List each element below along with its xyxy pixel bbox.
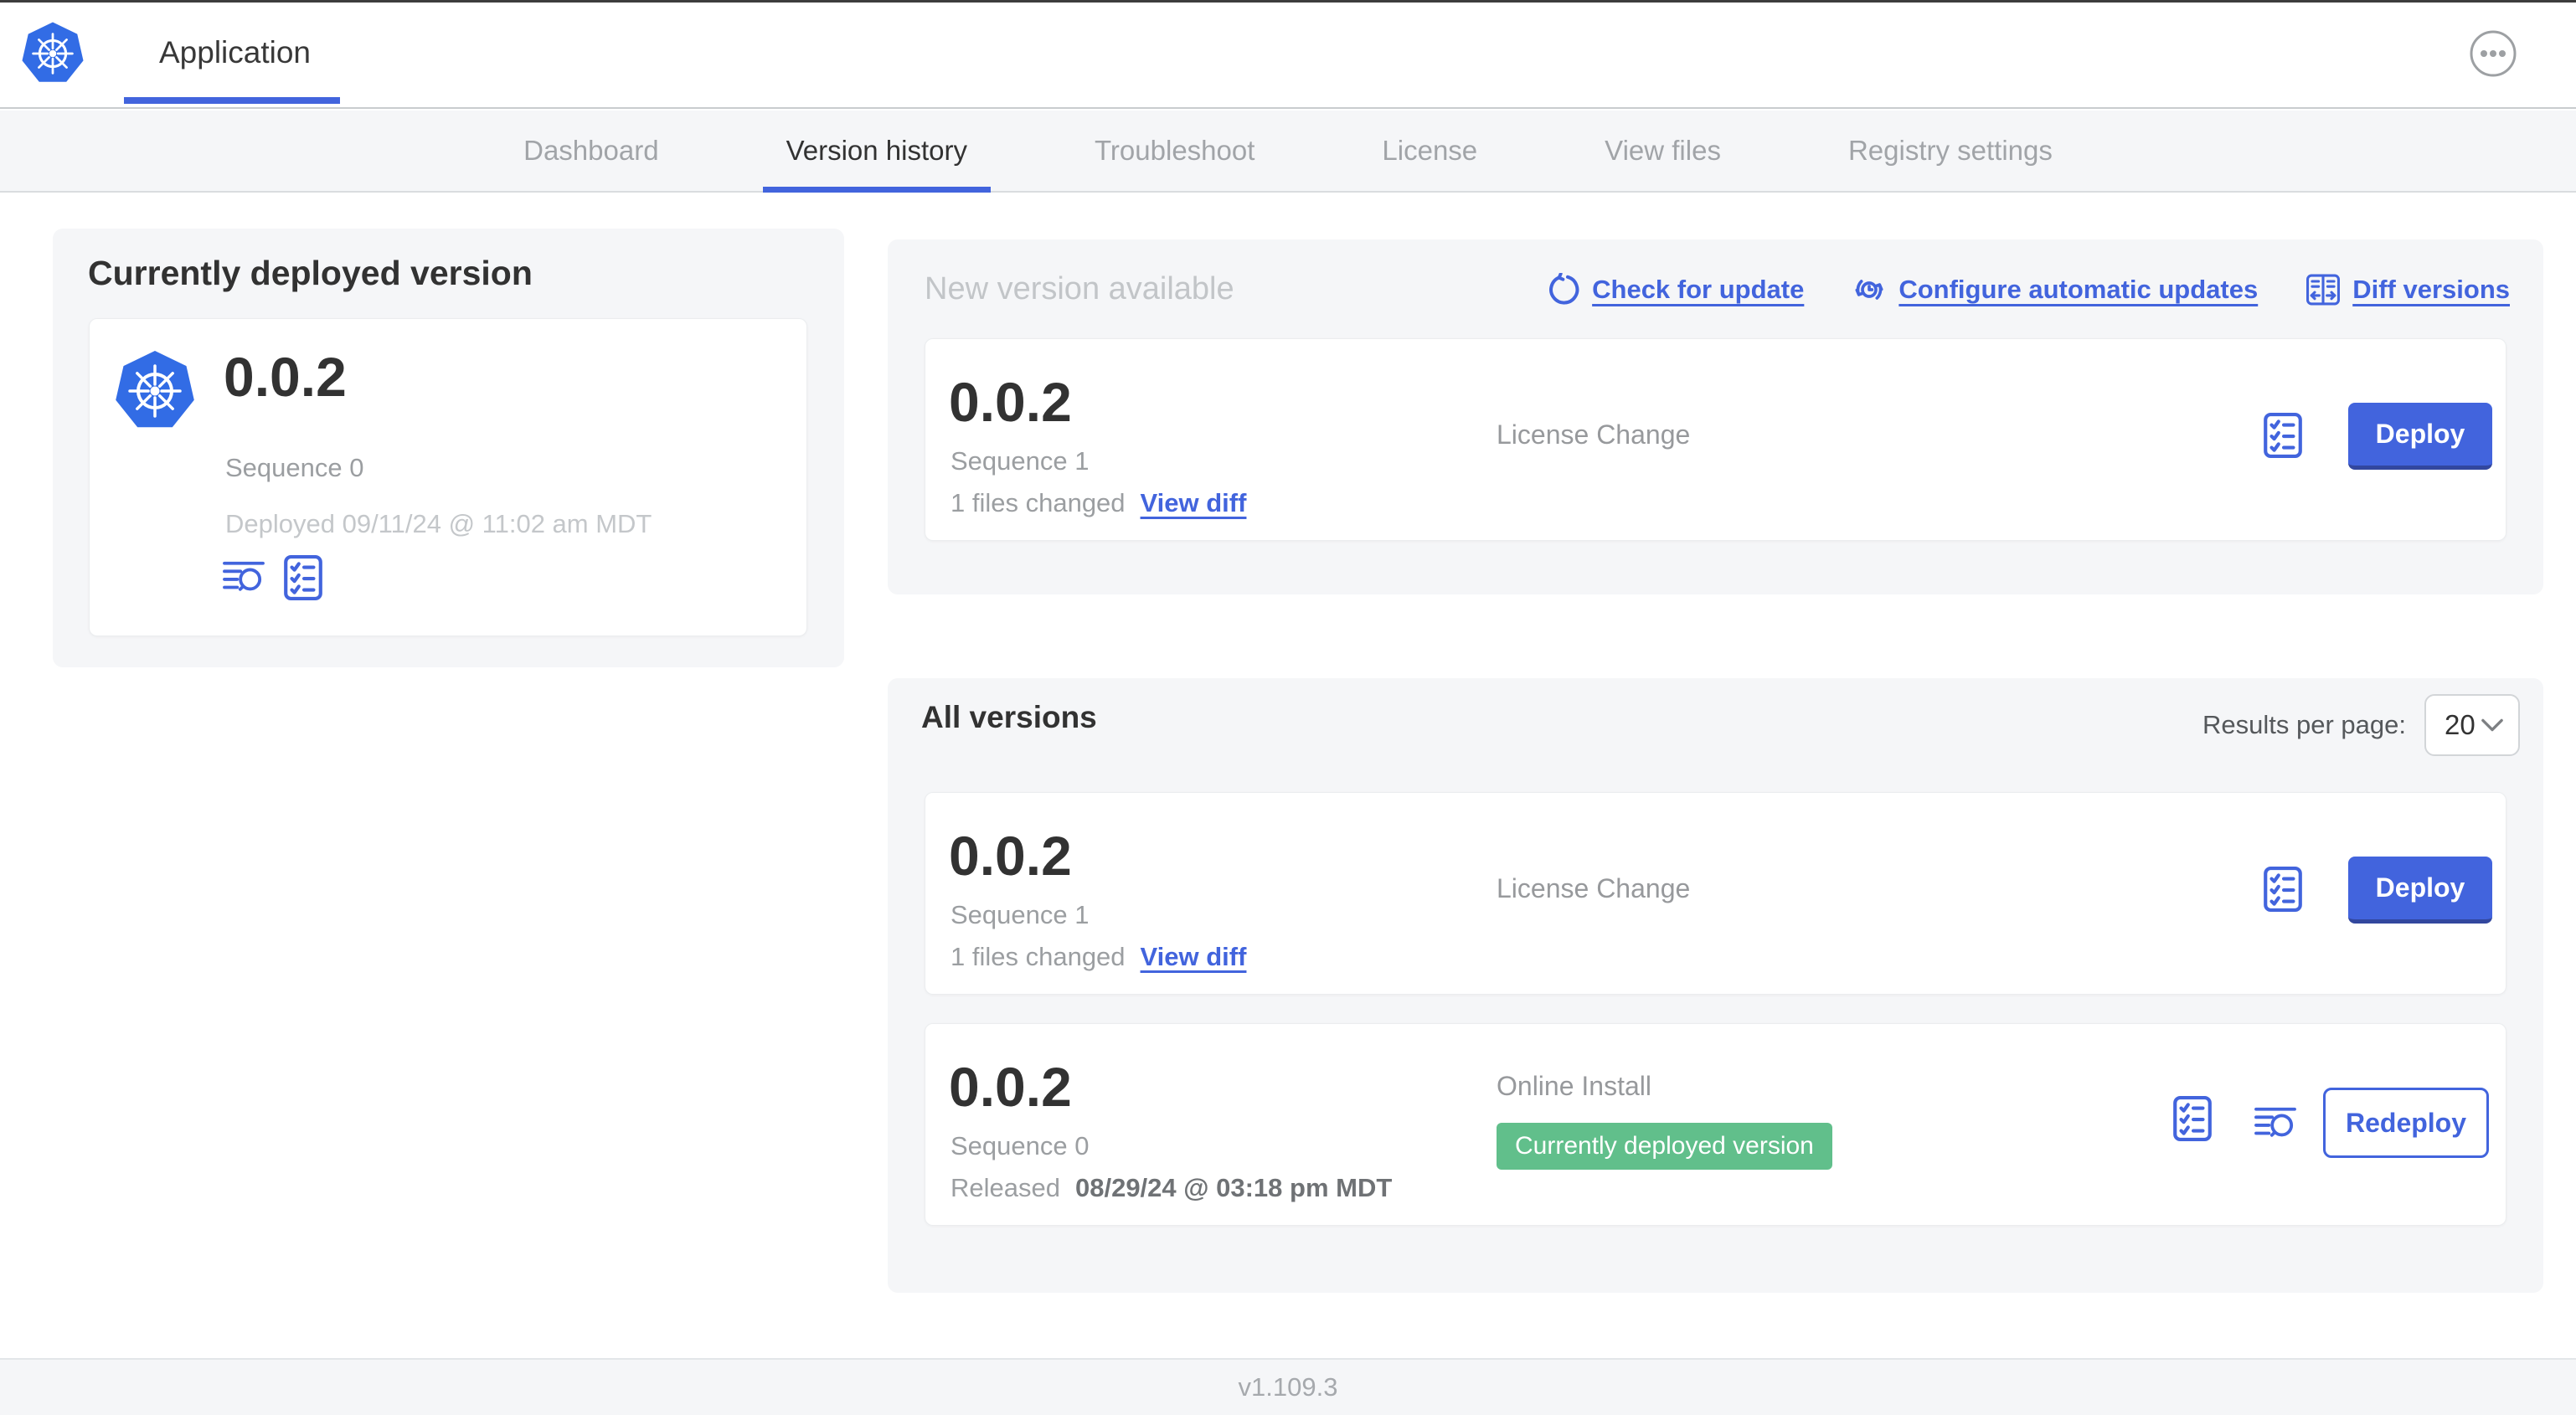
- view-diff-link[interactable]: View diff: [1141, 488, 1247, 518]
- tab-view-files[interactable]: View files: [1581, 111, 1744, 191]
- chevron-down-icon: [2481, 718, 2503, 732]
- files-changed-text: 1 files changed: [951, 942, 1126, 971]
- new-version-header: New version available Check for update C…: [925, 271, 2510, 307]
- tab-license[interactable]: License: [1358, 111, 1501, 191]
- configure-automatic-updates-label: Configure automatic updates: [1899, 274, 2259, 304]
- current-version-actions: [222, 555, 322, 600]
- version-number: 0.0.2: [949, 371, 1072, 433]
- currently-deployed-card: 0.0.2 Sequence 0 Deployed 09/11/24 @ 11:…: [89, 318, 807, 636]
- redeploy-button[interactable]: Redeploy: [2323, 1088, 2489, 1158]
- diff-versions-label: Diff versions: [2352, 274, 2510, 304]
- kots-admin-console: Application Dashboard Version history Tr…: [0, 0, 2576, 1415]
- new-version-card: 0.0.2 Sequence 1 1 files changed View di…: [925, 338, 2506, 541]
- update-links: Check for update Configure automatic upd…: [1546, 273, 2510, 306]
- refresh-icon: [1546, 273, 1579, 306]
- view-logs-button[interactable]: [2254, 1104, 2297, 1143]
- currently-deployed-panel: Currently deployed version 0.0.2 Sequenc…: [53, 229, 844, 667]
- version-number: 0.0.2: [949, 1056, 1072, 1118]
- preflight-checks-icon: [2264, 867, 2302, 912]
- tab-troubleshoot[interactable]: Troubleshoot: [1071, 111, 1278, 191]
- window-top-border: [0, 0, 2576, 3]
- version-number: 0.0.2: [949, 825, 1072, 887]
- preflight-checks-button[interactable]: [2264, 867, 2302, 912]
- clock-sync-icon: [1852, 273, 1886, 306]
- app-tab[interactable]: Application: [159, 3, 311, 102]
- all-versions-panel: All versions Results per page: 20 0.0.2 …: [888, 678, 2543, 1293]
- deploy-button[interactable]: Deploy: [2348, 857, 2492, 924]
- diff-icon: [2306, 273, 2340, 306]
- version-meta: 1 files changed View diff: [951, 488, 1246, 518]
- version-sequence: Sequence 0: [951, 1131, 1090, 1160]
- released-timestamp: 08/29/24 @ 03:18 pm MDT: [1074, 1173, 1393, 1202]
- nav-tabs: Dashboard Version history Troubleshoot L…: [500, 111, 2076, 193]
- all-versions-title: All versions: [921, 700, 1097, 734]
- results-per-page-label: Results per page:: [2202, 710, 2406, 739]
- app-nav: Dashboard Version history Troubleshoot L…: [0, 111, 2576, 193]
- released-prefix: Released: [951, 1173, 1060, 1202]
- overflow-menu-button[interactable]: [2469, 29, 2517, 78]
- kubernetes-app-icon: [113, 347, 197, 435]
- console-version: v1.109.3: [1238, 1372, 1338, 1402]
- version-row: 0.0.2 Sequence 1 1 files changed View di…: [925, 792, 2506, 995]
- view-logs-icon: [2254, 1104, 2297, 1143]
- deploy-button[interactable]: Deploy: [2348, 403, 2492, 470]
- results-per-page: Results per page: 20: [2202, 694, 2520, 756]
- current-sequence: Sequence 0: [225, 453, 364, 482]
- version-meta: 1 files changed View diff: [951, 942, 1246, 972]
- kubernetes-logo-icon: [20, 19, 85, 88]
- tab-version-history[interactable]: Version history: [762, 111, 992, 193]
- version-source: License Change: [1497, 873, 1691, 903]
- version-row: 0.0.2 Sequence 0 Released 08/29/24 @ 03:…: [925, 1023, 2506, 1226]
- results-per-page-value: 20: [2445, 709, 2476, 740]
- tab-dashboard[interactable]: Dashboard: [500, 111, 682, 191]
- tab-registry-settings[interactable]: Registry settings: [1825, 111, 2076, 191]
- new-version-panel: New version available Check for update C…: [888, 239, 2543, 594]
- preflight-checks-icon: [284, 555, 322, 600]
- currently-deployed-title: Currently deployed version: [88, 254, 533, 292]
- app-header: Application: [0, 3, 2576, 109]
- results-per-page-select[interactable]: 20: [2424, 694, 2520, 756]
- version-sequence: Sequence 1: [951, 900, 1090, 929]
- files-changed-text: 1 files changed: [951, 488, 1126, 517]
- ellipsis-icon: [2469, 29, 2517, 78]
- check-for-update-label: Check for update: [1592, 274, 1805, 304]
- configure-automatic-updates-link[interactable]: Configure automatic updates: [1852, 273, 2258, 306]
- currently-deployed-badge: Currently deployed version: [1497, 1123, 1832, 1170]
- view-diff-link[interactable]: View diff: [1141, 942, 1247, 972]
- current-version-number: 0.0.2: [224, 346, 347, 408]
- app-footer: v1.109.3: [0, 1358, 2576, 1415]
- preflight-checks-button[interactable]: [2173, 1096, 2212, 1141]
- version-source: Online Install: [1497, 1071, 1651, 1101]
- check-for-update-link[interactable]: Check for update: [1546, 273, 1804, 306]
- diff-versions-link[interactable]: Diff versions: [2306, 273, 2510, 306]
- view-logs-icon: [222, 558, 265, 597]
- version-sequence: Sequence 1: [951, 446, 1090, 476]
- version-source: License Change: [1497, 419, 1691, 450]
- preflight-checks-button[interactable]: [284, 555, 322, 600]
- app-tab-active-underline: [124, 97, 340, 104]
- preflight-checks-button[interactable]: [2264, 413, 2302, 458]
- preflight-checks-icon: [2173, 1096, 2212, 1141]
- version-meta: Released 08/29/24 @ 03:18 pm MDT: [951, 1173, 1392, 1203]
- new-version-title: New version available: [925, 271, 1234, 306]
- preflight-checks-icon: [2264, 413, 2302, 458]
- current-deployed-timestamp: Deployed 09/11/24 @ 11:02 am MDT: [225, 509, 652, 538]
- view-logs-button[interactable]: [222, 558, 265, 597]
